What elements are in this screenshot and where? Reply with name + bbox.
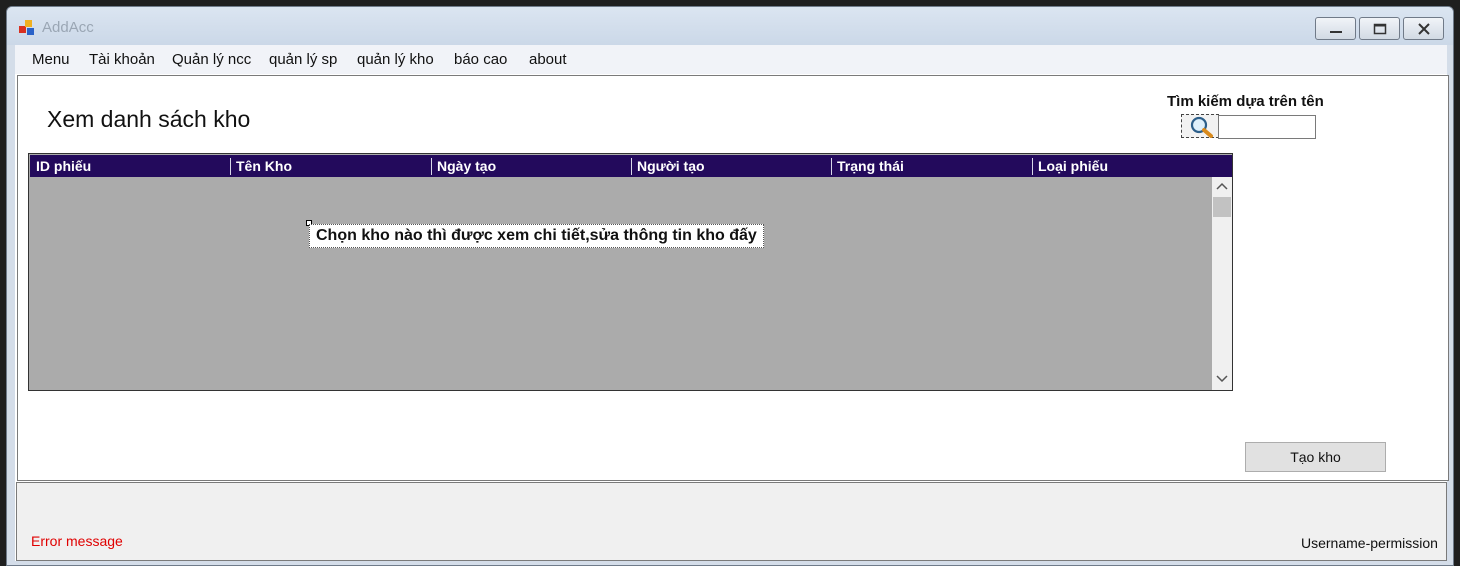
- main-panel: Xem danh sách kho Tìm kiếm dựa trên tên …: [17, 75, 1449, 481]
- menu-item-warehouses[interactable]: quản lý kho: [357, 51, 434, 68]
- status-panel: Error message Username-permission: [16, 482, 1447, 561]
- grid-vertical-scrollbar[interactable]: [1212, 177, 1232, 390]
- menu-bar: Menu Tài khoản Quản lý ncc quản lý sp qu…: [15, 45, 1447, 74]
- column-divider[interactable]: [831, 158, 832, 175]
- search-label: Tìm kiếm dựa trên tên: [1167, 93, 1324, 110]
- warehouse-grid[interactable]: ID phiếu Tên Kho Ngày tạo Người tạo Trạn…: [28, 153, 1233, 391]
- hint-label: Chọn kho nào thì được xem chi tiết,sửa t…: [309, 224, 764, 248]
- column-header-name[interactable]: Tên Kho: [236, 158, 292, 174]
- column-header-created-date[interactable]: Ngày tạo: [437, 158, 496, 174]
- column-header-status[interactable]: Trạng thái: [837, 158, 904, 174]
- close-icon: [1418, 23, 1430, 35]
- menu-item-about[interactable]: about: [529, 51, 567, 68]
- column-header-type[interactable]: Loại phiếu: [1038, 158, 1108, 174]
- maximize-button[interactable]: [1359, 17, 1400, 40]
- app-icon: [19, 20, 36, 36]
- page-title: Xem danh sách kho: [47, 106, 251, 132]
- minimize-icon: [1330, 31, 1342, 33]
- client-area: Menu Tài khoản Quản lý ncc quản lý sp qu…: [15, 45, 1449, 561]
- maximize-icon: [1373, 23, 1387, 35]
- title-bar[interactable]: AddAcc: [7, 7, 1453, 45]
- app-window: AddAcc Menu Tài khoản Quản lý ncc quản l…: [6, 6, 1454, 566]
- menu-item-menu[interactable]: Menu: [32, 51, 70, 68]
- search-input[interactable]: [1218, 115, 1316, 139]
- create-warehouse-button[interactable]: Tạo kho: [1245, 442, 1386, 472]
- close-button[interactable]: [1403, 17, 1444, 40]
- search-button[interactable]: [1181, 114, 1219, 138]
- window-title: AddAcc: [42, 19, 94, 36]
- user-permission-label: Username-permission: [1301, 535, 1438, 551]
- scroll-down-icon[interactable]: [1216, 374, 1228, 384]
- column-divider[interactable]: [631, 158, 632, 175]
- error-message: Error message: [31, 533, 123, 549]
- column-header-id[interactable]: ID phiếu: [36, 158, 91, 174]
- scroll-up-icon[interactable]: [1216, 182, 1228, 192]
- scroll-thumb[interactable]: [1213, 197, 1231, 217]
- menu-item-suppliers[interactable]: Quản lý ncc: [172, 51, 251, 68]
- column-header-creator[interactable]: Người tạo: [637, 158, 705, 174]
- menu-item-reports[interactable]: báo cao: [454, 51, 507, 68]
- magnifier-icon: [1190, 116, 1213, 138]
- column-divider[interactable]: [1032, 158, 1033, 175]
- menu-item-products[interactable]: quản lý sp: [269, 51, 337, 68]
- menu-item-account[interactable]: Tài khoản: [89, 51, 155, 68]
- grid-header: ID phiếu Tên Kho Ngày tạo Người tạo Trạn…: [30, 155, 1232, 177]
- minimize-button[interactable]: [1315, 17, 1356, 40]
- column-divider[interactable]: [431, 158, 432, 175]
- column-divider[interactable]: [230, 158, 231, 175]
